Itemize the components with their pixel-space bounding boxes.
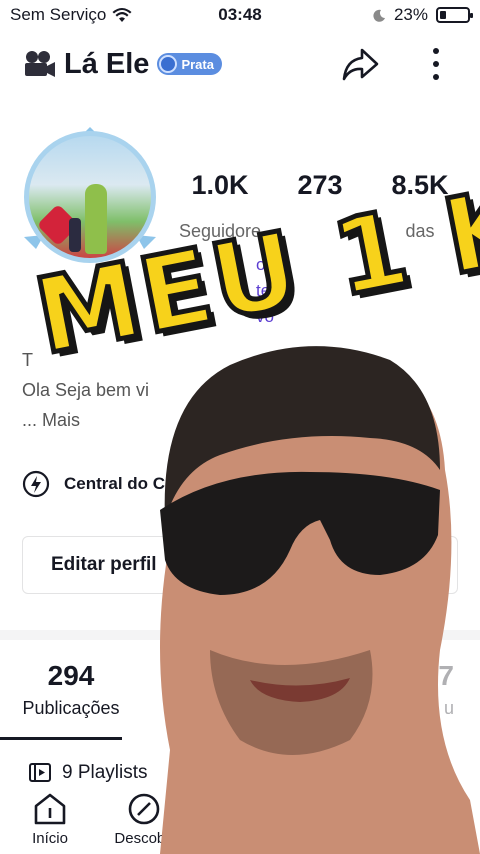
- active-tab-indicator: [0, 737, 122, 740]
- tab-publications[interactable]: 294 Publicações: [0, 660, 142, 740]
- more-options-icon[interactable]: [430, 44, 442, 84]
- nav-home-label: Início: [32, 830, 68, 847]
- badge-icon: [159, 55, 178, 73]
- bio-more-link[interactable]: ... Mais: [22, 405, 149, 435]
- battery-fill: [440, 11, 446, 19]
- video-camera-icon: [25, 51, 55, 77]
- status-bar: Sem Serviço 03:48 23%: [0, 0, 480, 30]
- battery-icon: [436, 7, 473, 23]
- playlists-label: 9 Playlists: [62, 762, 148, 783]
- playlist-icon: [29, 763, 51, 782]
- tab-publications-label: Publicações: [22, 698, 120, 718]
- level-badge[interactable]: Prata: [157, 53, 222, 75]
- home-icon: [34, 793, 66, 825]
- nav-home[interactable]: Início: [18, 784, 82, 854]
- profile-username: Lá Ele: [64, 47, 150, 80]
- battery-percent: 23%: [393, 5, 428, 24]
- badge-label: Prata: [181, 56, 214, 72]
- wifi-icon: [112, 7, 132, 22]
- profile-header: Lá Ele Prata: [0, 38, 480, 90]
- moon-icon: [373, 9, 385, 22]
- tab-publications-count: 294: [47, 660, 95, 691]
- share-icon[interactable]: [340, 44, 380, 84]
- playlists-link[interactable]: 9 Playlists: [28, 762, 148, 784]
- lightning-icon: [22, 470, 50, 498]
- carrier-label: Sem Serviço: [10, 5, 107, 24]
- status-right: 23%: [373, 5, 473, 25]
- carrier-group: Sem Serviço: [10, 5, 132, 25]
- overlay-person-photo: [160, 346, 480, 854]
